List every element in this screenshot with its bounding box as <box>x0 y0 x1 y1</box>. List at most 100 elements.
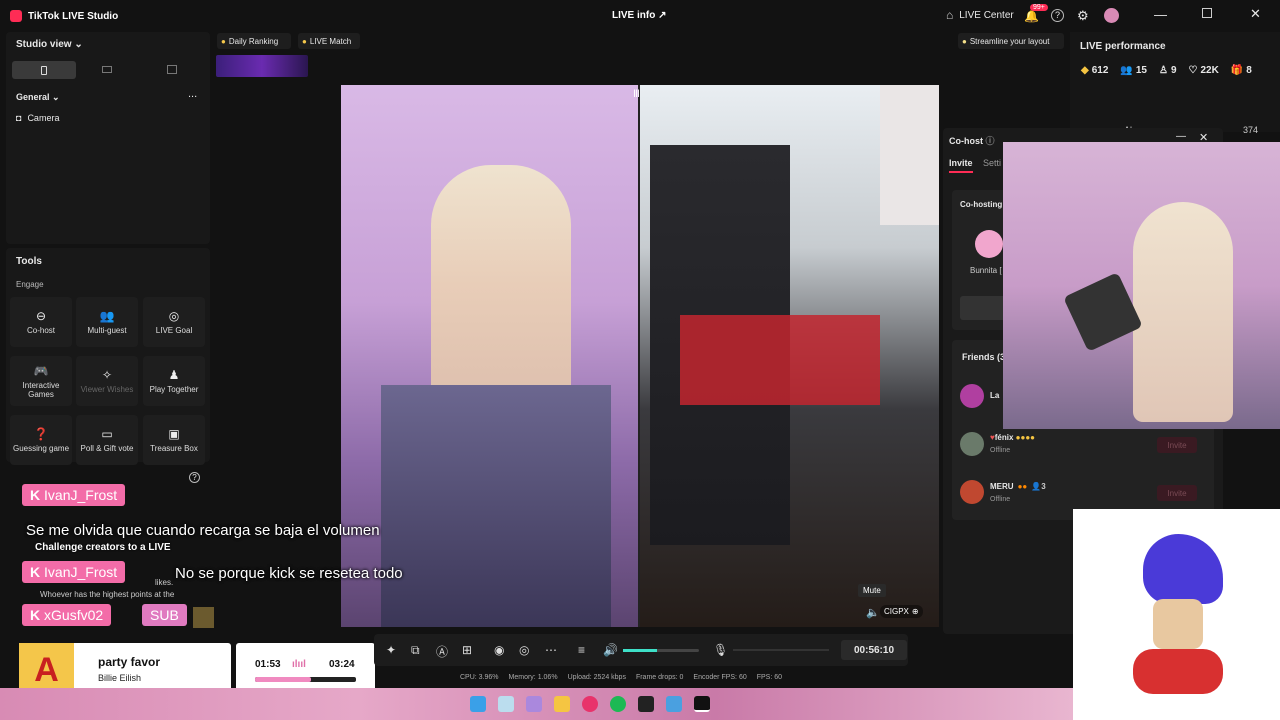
volume-slider[interactable] <box>623 649 699 652</box>
music-progress-bar <box>255 677 356 682</box>
tool-interactive-games[interactable]: 🎮 Interactive Games <box>10 356 72 406</box>
question-icon: ❓ <box>33 427 49 441</box>
more-icon[interactable]: ... <box>188 88 197 100</box>
chat-help-icon[interactable]: ? <box>189 472 200 483</box>
friend-avatar <box>960 480 984 504</box>
link-icon: ⊖ <box>35 309 47 323</box>
daily-ranking-tab[interactable]: ● Daily Ranking <box>217 33 291 49</box>
maximize-icon[interactable] <box>1202 8 1212 18</box>
avatar[interactable] <box>1104 8 1119 23</box>
likes-text: likes. <box>155 578 174 587</box>
general-section[interactable]: General ⌄ <box>16 92 60 103</box>
viewers-icon: 👥 <box>1120 65 1133 76</box>
followers-stat: ♙ 9 <box>1159 65 1177 76</box>
ai-icon[interactable]: Ⓐ <box>436 643 448 660</box>
opera-icon[interactable] <box>582 696 598 712</box>
tab-settings[interactable]: Setti <box>983 158 1001 168</box>
sliders-icon[interactable]: ≡ <box>578 643 585 657</box>
tool-viewer-wishes[interactable]: ✧ Viewer Wishes <box>76 356 138 406</box>
friend-avatar <box>960 432 984 456</box>
tool-co-host[interactable]: ⊖ Co-host <box>10 297 72 347</box>
cohost-title: Co-host ⓘ <box>949 134 995 147</box>
chat-username: IvanJ_Frost <box>44 564 118 580</box>
crop-icon[interactable]: ⧉ <box>411 643 420 658</box>
sub-badge: SUB <box>142 604 187 626</box>
windows-start-icon[interactable] <box>470 696 486 712</box>
microphone-image <box>1063 272 1143 352</box>
share-icon: ↗ <box>658 10 667 21</box>
camera-icon: ◘ <box>16 113 22 123</box>
camera-effects-icon[interactable]: ◎ <box>519 643 529 657</box>
panel-minimize-icon[interactable]: — <box>1176 131 1186 142</box>
tiktok-taskbar-icon[interactable] <box>694 696 710 712</box>
live-info-button[interactable]: LIVE info ↗ <box>612 10 667 21</box>
tab-invite[interactable]: Invite <box>949 158 973 173</box>
help-icon[interactable]: ? <box>1051 9 1064 22</box>
record-icon[interactable]: ◉ <box>494 643 504 657</box>
host-video-feed <box>341 85 638 627</box>
split-view-button[interactable] <box>167 65 177 74</box>
volume-icon[interactable]: 🔊 <box>603 643 618 657</box>
live-match-label: LIVE Match <box>309 36 352 46</box>
cohost-action-button[interactable] <box>960 296 1008 320</box>
tool-multi-guest[interactable]: 👥 Multi-guest <box>76 297 138 347</box>
landscape-view-button[interactable] <box>102 66 112 73</box>
search-icon[interactable] <box>498 696 514 712</box>
invite-button[interactable]: Invite <box>1157 437 1197 453</box>
friend-count-value: 3 <box>1041 482 1046 491</box>
box-icon: ▣ <box>168 427 180 441</box>
tool-label: Multi-guest <box>87 326 127 335</box>
photos-icon[interactable] <box>526 696 542 712</box>
posters-image <box>880 85 939 225</box>
info-icon: ⓘ <box>985 136 995 146</box>
folder-icon[interactable] <box>554 696 570 712</box>
close-icon[interactable]: ✕ <box>1250 6 1261 22</box>
tool-label: Poll & Gift vote <box>80 444 134 453</box>
layout-handle-icon[interactable]: Ⅲ <box>633 89 640 100</box>
mic-slider[interactable] <box>733 649 829 651</box>
chat-user-badge: K IvanJ_Frost <box>22 561 126 583</box>
tool-treasure-box[interactable]: ▣ Treasure Box <box>143 415 205 465</box>
microphone-icon[interactable]: 🎙 <box>713 643 728 657</box>
bunnita-avatar[interactable] <box>975 230 1003 258</box>
goal-icon: ◎ <box>168 309 180 323</box>
viewers-value: 15 <box>1135 65 1147 76</box>
speaker-icon[interactable]: 🔈 <box>866 606 880 619</box>
cohost-title-label: Co-host <box>949 136 983 146</box>
chevron-down-icon: ⌄ <box>74 39 83 50</box>
daily-ranking-label: Daily Ranking <box>228 36 279 46</box>
tool-live-goal[interactable]: ◎ LIVE Goal <box>143 297 205 347</box>
tool-play-together[interactable]: ♟ Play Together <box>143 356 205 406</box>
minimize-icon[interactable]: — <box>1154 7 1167 22</box>
live-center-button[interactable]: ⌂ LIVE Center <box>946 8 1014 22</box>
guest-name-tag[interactable]: CIGPX ⊕ <box>880 605 923 618</box>
streaming-icon[interactable] <box>666 696 682 712</box>
settings-gear-icon[interactable]: ⚙ <box>1077 8 1089 24</box>
more-options-icon[interactable]: ⋯ <box>545 643 557 657</box>
streamline-layout-button[interactable]: ● Streamline your layout <box>958 33 1064 49</box>
app-icon[interactable] <box>638 696 654 712</box>
spotify-icon[interactable] <box>610 696 626 712</box>
frame-drops-stat: Frame drops: 0 <box>635 674 684 681</box>
tool-guessing-game[interactable]: ❓ Guessing game <box>10 415 72 465</box>
live-performance-title: LIVE performance <box>1080 41 1166 52</box>
phone-icon <box>41 65 47 75</box>
equalizer-icon: ılııl <box>292 659 306 670</box>
invite-button[interactable]: Invite <box>1157 485 1197 501</box>
volume-slider-fill <box>623 649 658 652</box>
studio-view-dropdown[interactable]: Studio view ⌄ <box>16 39 83 50</box>
tool-poll-gift-vote[interactable]: ▭ Poll & Gift vote <box>76 415 138 465</box>
live-match-tab[interactable]: ● LIVE Match <box>298 33 360 49</box>
fire-icon: ●● <box>1017 482 1028 491</box>
match-banner-image[interactable] <box>216 55 308 77</box>
friend-name: La <box>990 391 1000 400</box>
magic-wand-icon[interactable]: ✦ <box>386 643 396 657</box>
taskbar-icons <box>470 696 710 712</box>
bell-icon[interactable]: 🔔 <box>1024 9 1039 23</box>
friends-heading: Friends (3 <box>962 352 1006 362</box>
add-source-icon[interactable]: ⊞ <box>462 643 472 657</box>
lightbulb-icon: ● <box>962 36 967 46</box>
friend-count: 👤3 <box>1031 482 1046 491</box>
portrait-view-button[interactable] <box>12 61 76 79</box>
camera-source[interactable]: ◘ Camera <box>16 113 59 123</box>
